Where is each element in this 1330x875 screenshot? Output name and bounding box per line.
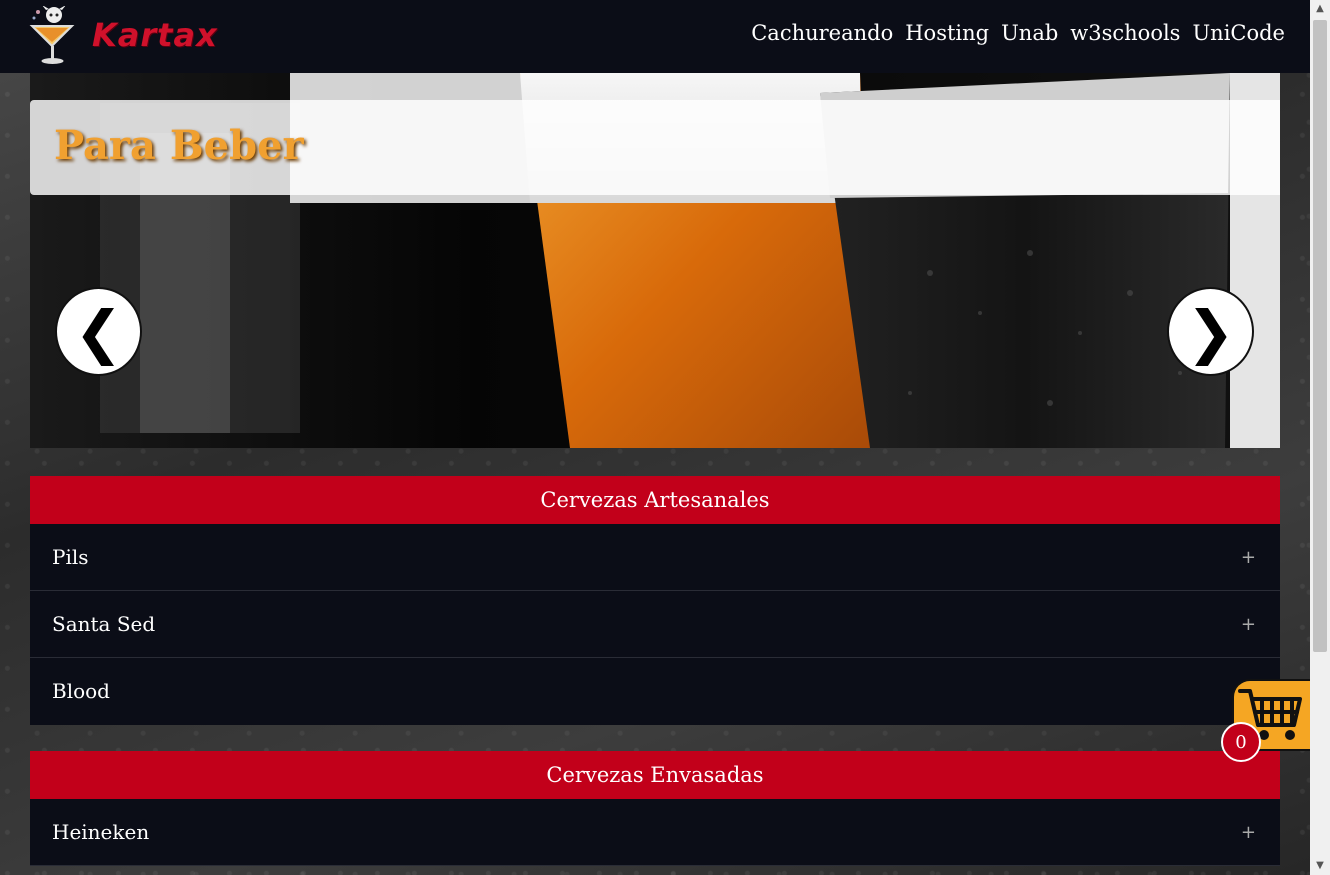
brand-logo-text[interactable]: Kartax: [92, 16, 218, 54]
nav-link-unab[interactable]: Unab: [1001, 21, 1058, 45]
expand-plus-icon[interactable]: +: [1241, 799, 1256, 866]
carousel-next-button[interactable]: ❯: [1167, 287, 1254, 376]
main-nav: Cachureando Hosting Unab w3schools UniCo…: [751, 21, 1285, 45]
scroll-down-arrow-icon[interactable]: ▼: [1310, 857, 1330, 875]
menu-item-label: Blood: [52, 679, 110, 703]
menu-item-pils[interactable]: Pils +: [30, 524, 1280, 591]
cocktail-logo-icon[interactable]: [26, 6, 82, 66]
expand-plus-icon[interactable]: +: [1241, 524, 1256, 591]
nav-link-unicode[interactable]: UniCode: [1192, 21, 1285, 45]
menu-item-label: Heineken: [52, 820, 150, 844]
menu-item-label: Pils: [52, 545, 89, 569]
carousel-prev-button[interactable]: ❮: [55, 287, 142, 376]
cart-count-badge: 0: [1221, 722, 1261, 762]
menu-item-heineken[interactable]: Heineken +: [30, 799, 1280, 866]
page: Kartax Cachureando Hosting Unab w3school…: [0, 0, 1310, 875]
nav-link-cachureando[interactable]: Cachureando: [751, 21, 893, 45]
hero-carousel: Para Beber ❮ ❯: [30, 73, 1280, 448]
expand-plus-icon[interactable]: +: [1241, 591, 1256, 658]
hero-title: Para Beber: [54, 122, 304, 169]
top-navbar: Kartax Cachureando Hosting Unab w3school…: [0, 0, 1310, 73]
scroll-up-arrow-icon[interactable]: ▲: [1310, 0, 1330, 18]
menu-item-blood[interactable]: Blood +: [30, 658, 1280, 725]
section-header-cervezas-artesanales: Cervezas Artesanales: [30, 476, 1280, 524]
menu-item-santa-sed[interactable]: Santa Sed +: [30, 591, 1280, 658]
nav-link-hosting[interactable]: Hosting: [905, 21, 989, 45]
nav-link-w3schools[interactable]: w3schools: [1070, 21, 1180, 45]
section-header-cervezas-envasadas: Cervezas Envasadas: [30, 751, 1280, 799]
scrollbar-thumb[interactable]: [1313, 20, 1327, 652]
hero-title-banner: Para Beber: [30, 100, 1280, 195]
menu-item-label: Santa Sed: [52, 612, 156, 636]
page-scrollbar[interactable]: ▲ ▼: [1310, 0, 1330, 875]
